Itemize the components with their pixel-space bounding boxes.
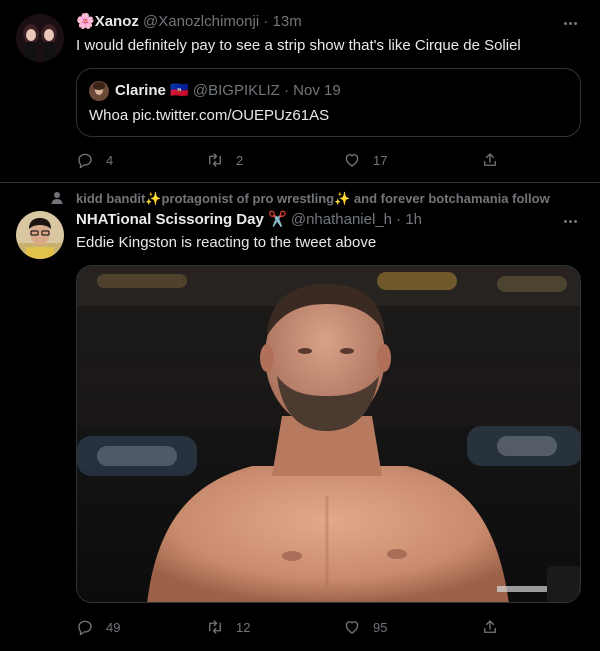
reply-button[interactable]: 4 <box>76 150 113 170</box>
retweet-count: 12 <box>236 619 251 635</box>
timestamp[interactable]: 13m <box>273 13 302 30</box>
avatar[interactable] <box>16 211 64 259</box>
separator-dot: · <box>263 13 269 30</box>
share-button[interactable] <box>481 150 499 170</box>
display-name[interactable]: Xanoz <box>95 13 139 30</box>
like-count: 17 <box>373 152 388 168</box>
avatar[interactable] <box>16 14 64 62</box>
reply-count: 49 <box>106 619 121 635</box>
quote-header: Clarine 🇭🇹 @BIGPIKLIZ · Nov 19 <box>115 81 341 101</box>
quote-timestamp: Nov 19 <box>293 82 341 99</box>
reply-icon <box>78 620 92 636</box>
tweet-actions: 4 2 17 <box>76 150 506 170</box>
separator-dot: · <box>396 211 402 228</box>
display-name[interactable]: NHATional Scissoring Day <box>76 211 264 228</box>
retweet-count: 2 <box>236 152 244 168</box>
name-emoji: 🌸 <box>76 13 95 30</box>
tweet-actions: 49 12 95 <box>76 617 506 637</box>
reply-button[interactable]: 49 <box>76 617 120 637</box>
like-count: 95 <box>373 619 388 635</box>
handle[interactable]: @nhathaniel_h <box>291 211 392 228</box>
tweet[interactable]: 🌸Xanoz @Xanozlchimonji · 13m I would def… <box>0 0 600 183</box>
quote-display-name: Clarine <box>115 82 166 99</box>
flag-emoji: 🇭🇹 <box>170 82 189 99</box>
tweet-header: 🌸Xanoz @Xanozlchimonji · 13m <box>76 12 302 32</box>
like-icon <box>345 154 359 167</box>
quote-text: Whoa pic.twitter.com/OUEPUz61AS <box>89 107 330 124</box>
quote-handle: @BIGPIKLIZ <box>192 82 280 99</box>
social-context[interactable]: kidd bandit✨protagonist of pro wrestling… <box>76 190 550 207</box>
more-icon[interactable] <box>558 211 582 231</box>
person-icon <box>50 191 64 205</box>
retweet-button[interactable]: 2 <box>206 150 243 170</box>
handle[interactable]: @Xanozlchimonji <box>143 13 259 30</box>
reply-count: 4 <box>106 152 114 168</box>
tweet[interactable]: kidd bandit✨protagonist of pro wrestling… <box>0 184 600 651</box>
tweet-header: NHATional Scissoring Day ✂️ @nhathaniel_… <box>76 210 422 230</box>
reply-icon <box>78 153 92 169</box>
more-icon[interactable] <box>558 13 582 33</box>
quoted-tweet[interactable]: Clarine 🇭🇹 @BIGPIKLIZ · Nov 19 Whoa pic.… <box>76 68 581 137</box>
tweet-image[interactable] <box>76 265 581 603</box>
timestamp[interactable]: 1h <box>405 211 422 228</box>
quote-avatar <box>89 81 109 101</box>
like-button[interactable]: 95 <box>343 617 387 637</box>
share-button[interactable] <box>481 617 499 637</box>
retweet-button[interactable]: 12 <box>206 617 250 637</box>
separator-dot: · <box>283 82 289 99</box>
tweet-text: Eddie Kingston is reacting to the tweet … <box>76 234 377 251</box>
like-icon <box>345 621 359 634</box>
share-icon <box>484 620 496 633</box>
tweet-text: I would definitely pay to see a strip sh… <box>76 37 521 54</box>
like-button[interactable]: 17 <box>343 150 387 170</box>
retweet-icon <box>209 620 221 634</box>
share-icon <box>484 153 496 166</box>
retweet-icon <box>209 153 221 167</box>
name-emoji: ✂️ <box>268 211 287 228</box>
